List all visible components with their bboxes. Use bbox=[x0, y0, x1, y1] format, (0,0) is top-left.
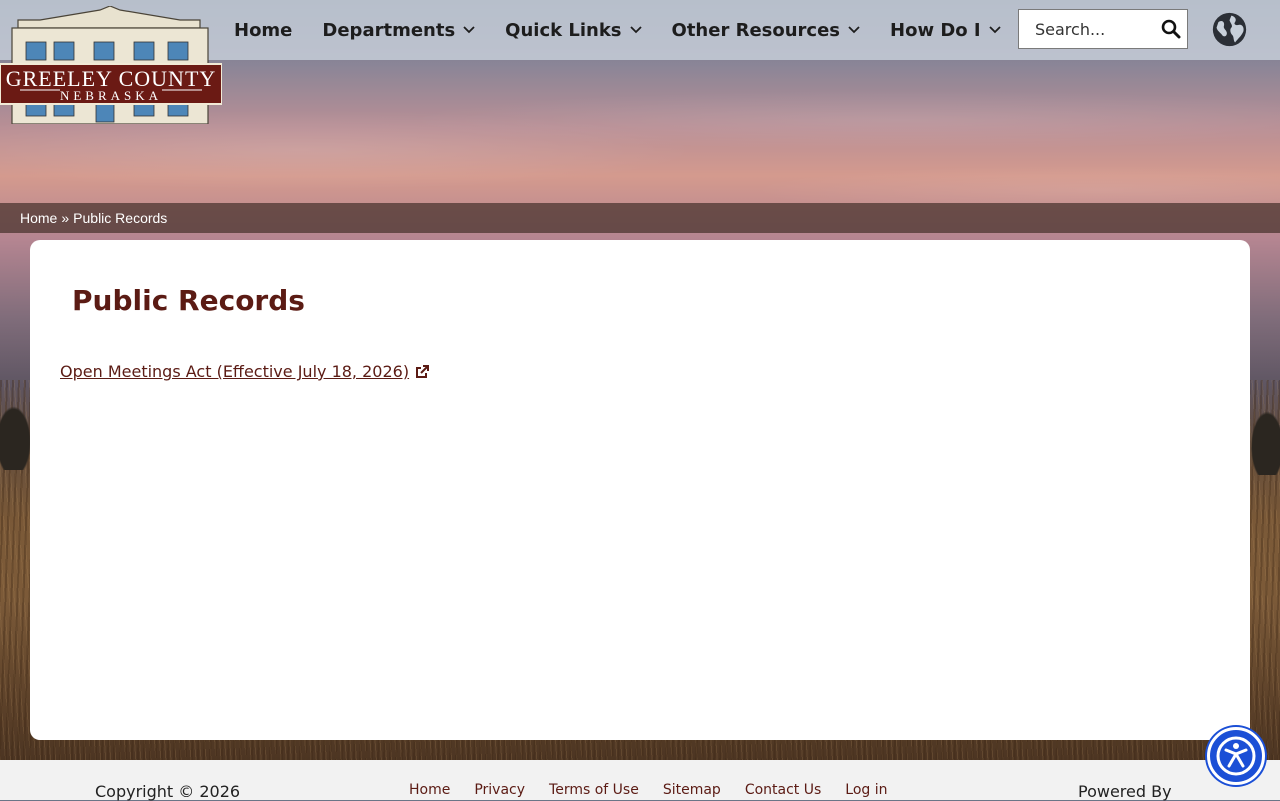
chevron-down-icon bbox=[463, 26, 475, 34]
nav-item-label: How Do I bbox=[890, 19, 981, 41]
content-card: Public Records Open Meetings Act (Effect… bbox=[30, 240, 1250, 740]
breadcrumb: Home » Public Records bbox=[0, 203, 1280, 233]
breadcrumb-separator: » bbox=[61, 210, 70, 226]
search-icon[interactable] bbox=[1161, 19, 1181, 39]
link-text: Open Meetings Act (Effective July 18, 20… bbox=[60, 362, 410, 381]
nav-item-label: Departments bbox=[322, 19, 456, 41]
open-meetings-act-link[interactable]: Open Meetings Act (Effective July 18, 20… bbox=[60, 362, 430, 381]
county-logo[interactable]: GREELEY COUNTY NEBRASKA bbox=[0, 5, 223, 125]
tree-silhouette bbox=[1248, 405, 1280, 475]
globe-icon[interactable] bbox=[1211, 11, 1248, 48]
search-box bbox=[1018, 9, 1188, 49]
nav-item-quick-links[interactable]: Quick Links bbox=[505, 19, 642, 41]
copyright-text: Copyright © 2026 bbox=[95, 782, 241, 801]
chevron-down-icon bbox=[629, 26, 642, 34]
footer-link-terms[interactable]: Terms of Use bbox=[549, 782, 639, 798]
nav-item-how-do-i[interactable]: How Do I bbox=[890, 20, 1001, 41]
site-footer: Copyright © 2026 Home Privacy Terms of U… bbox=[0, 760, 1280, 801]
accessibility-button[interactable] bbox=[1207, 727, 1265, 785]
nav-item-label: Home bbox=[234, 19, 293, 41]
footer-links: Home Privacy Terms of Use Sitemap Contac… bbox=[409, 782, 912, 798]
page-title: Public Records bbox=[72, 284, 305, 317]
nav-item-other-resources[interactable]: Other Resources bbox=[672, 20, 861, 41]
external-link-icon bbox=[416, 364, 430, 378]
tree-silhouette bbox=[0, 400, 34, 470]
accessibility-icon bbox=[1216, 736, 1256, 776]
powered-by-text: Powered By bbox=[1078, 782, 1172, 801]
footer-link-privacy[interactable]: Privacy bbox=[474, 782, 525, 798]
footer-link-sitemap[interactable]: Sitemap bbox=[663, 782, 721, 798]
search-input[interactable] bbox=[1019, 10, 1159, 48]
nav-item-label: Quick Links bbox=[505, 19, 622, 41]
breadcrumb-home-link[interactable]: Home bbox=[20, 210, 57, 226]
main-nav: Home Departments Quick Links Other Resou… bbox=[234, 0, 1031, 60]
logo-subtitle: NEBRASKA bbox=[60, 88, 162, 103]
nav-item-label: Other Resources bbox=[671, 19, 841, 41]
chevron-down-icon bbox=[848, 26, 860, 34]
courthouse-logo-icon: GREELEY COUNTY NEBRASKA bbox=[0, 5, 223, 125]
footer-link-login[interactable]: Log in bbox=[845, 782, 887, 798]
footer-link-contact[interactable]: Contact Us bbox=[745, 782, 821, 798]
nav-item-home[interactable]: Home bbox=[234, 20, 292, 41]
footer-link-home[interactable]: Home bbox=[409, 782, 450, 798]
nav-item-departments[interactable]: Departments bbox=[322, 20, 475, 41]
breadcrumb-current: Public Records bbox=[73, 210, 168, 226]
chevron-down-icon bbox=[989, 26, 1001, 34]
